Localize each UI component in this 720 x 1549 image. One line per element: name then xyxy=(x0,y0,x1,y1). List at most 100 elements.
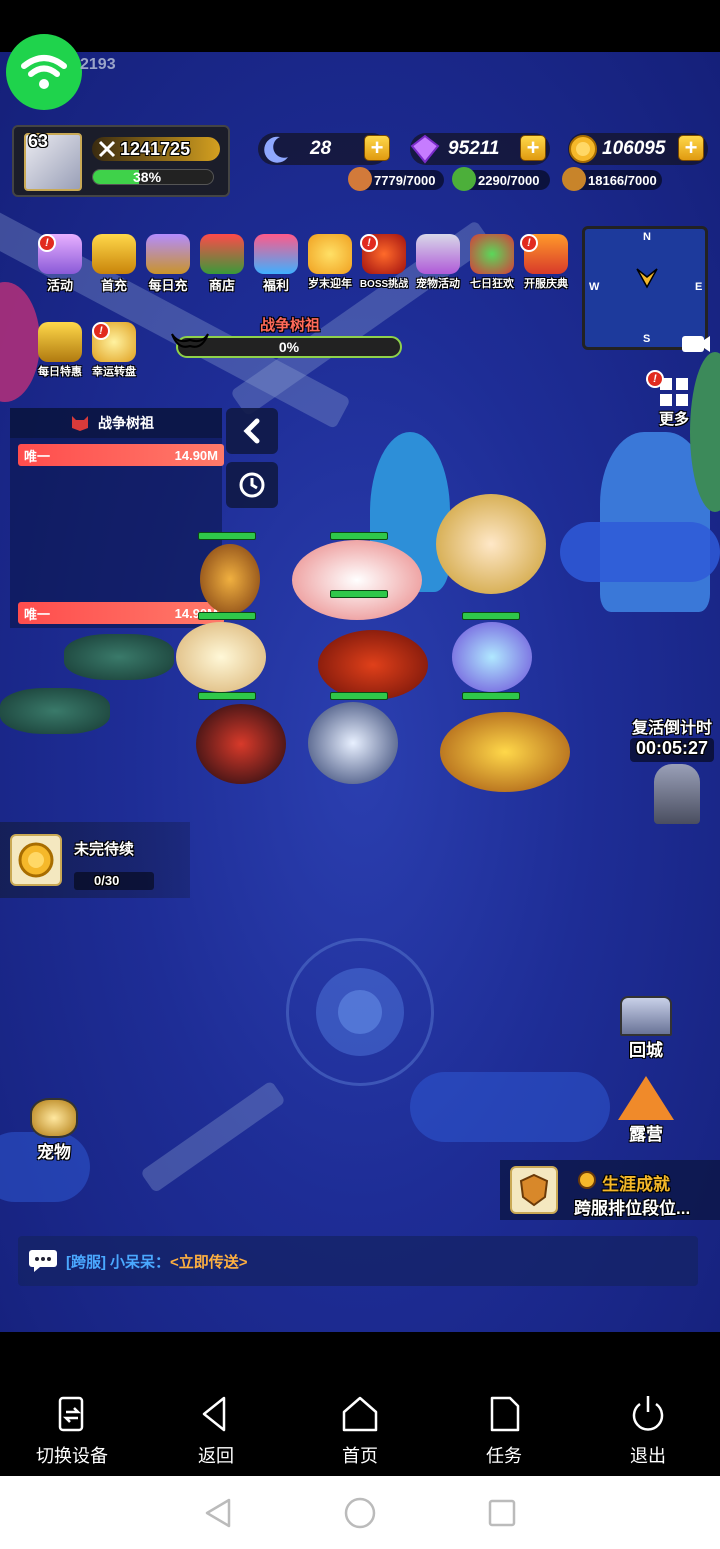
switch-device-icon xyxy=(58,1396,84,1432)
meat-value: 7779/7000 xyxy=(374,172,436,188)
menu-year-end[interactable]: 岁末迎年 xyxy=(304,234,356,294)
camp-button[interactable]: 露营 xyxy=(616,1076,676,1145)
collapse-panel-button[interactable] xyxy=(226,408,278,454)
menu-label: 岁末迎年 xyxy=(308,278,352,290)
menu-daily-recharge[interactable]: 每日充 xyxy=(142,234,194,294)
pet-button[interactable]: 宠物 xyxy=(24,1098,84,1163)
herb-icon xyxy=(452,167,476,191)
menu-welfare[interactable]: 福利 xyxy=(250,234,302,294)
meat-resource: 7779/7000 xyxy=(348,167,444,191)
home-icon xyxy=(342,1396,378,1432)
moon-icon xyxy=(264,136,288,163)
tombstone-icon xyxy=(654,764,700,824)
combat-power: 1241725 xyxy=(92,137,220,161)
player-level: 63 xyxy=(28,131,49,151)
achievement-banner[interactable]: 生涯成就 跨服排位段位... xyxy=(500,1160,720,1220)
damage-rank: 唯一 xyxy=(24,448,51,464)
screen: 2193 63 1241725 38% 28 + 95211 + 106095 … xyxy=(0,0,720,1549)
add-moon-crystal-button[interactable]: + xyxy=(364,135,390,161)
camera-icon[interactable] xyxy=(678,328,712,356)
exit-button[interactable]: 退出 xyxy=(588,1394,708,1468)
hero-warrior[interactable] xyxy=(200,544,260,614)
wifi-icon[interactable] xyxy=(6,34,82,110)
hero-hp-bar xyxy=(462,692,520,700)
add-gold-button[interactable]: + xyxy=(678,135,704,161)
horned-skull-icon xyxy=(171,333,209,348)
enemy-lizard[interactable] xyxy=(64,634,174,680)
diamond-icon xyxy=(410,134,440,164)
system-back-icon[interactable] xyxy=(203,1497,233,1529)
hero-moon-goddess[interactable] xyxy=(436,494,546,594)
return-city-label: 回城 xyxy=(629,1041,663,1060)
exit-label: 退出 xyxy=(630,1446,666,1466)
boss-panel-title: 战争树祖 xyxy=(98,415,154,431)
chat-channel: [跨服] xyxy=(66,1253,106,1271)
chat-bar[interactable]: [跨服] 小呆呆： <立即传送> xyxy=(18,1236,698,1286)
menu-label: 宠物活动 xyxy=(416,278,460,290)
hero-swordsman[interactable] xyxy=(308,702,398,784)
system-home-icon[interactable] xyxy=(343,1496,377,1530)
hero-fox-spirit[interactable] xyxy=(292,540,422,620)
paw-bell-icon xyxy=(30,1098,78,1138)
minimap-south: S xyxy=(643,333,651,345)
flower-icon xyxy=(308,234,352,274)
switch-device-button[interactable]: 切换设备 xyxy=(12,1394,132,1468)
diamond-value: 95211 xyxy=(448,138,500,159)
back-button[interactable]: 返回 xyxy=(156,1394,276,1468)
hero-hp-bar xyxy=(198,692,256,700)
chat-teleport-link[interactable]: <立即传送> xyxy=(170,1251,248,1272)
system-recents-icon[interactable] xyxy=(487,1498,517,1528)
exp-percent: 38% xyxy=(133,169,162,185)
cloud xyxy=(560,522,720,582)
camp-label: 露营 xyxy=(629,1125,663,1144)
menu-shop[interactable]: 商店 xyxy=(196,234,248,294)
hero-knight[interactable] xyxy=(440,712,570,792)
medal-icon xyxy=(578,1171,596,1189)
add-diamond-button[interactable]: + xyxy=(520,135,546,161)
menu-pet-event[interactable]: 宠物活动 xyxy=(412,234,464,294)
gold-coin-icon xyxy=(569,135,597,163)
player-profile[interactable]: 63 1241725 38% xyxy=(12,125,230,197)
moon-crystal-value: 28 xyxy=(310,138,332,159)
hero-hp-bar xyxy=(198,612,256,620)
home-button[interactable]: 首页 xyxy=(300,1394,420,1468)
menu-daily-deal[interactable]: 每日特惠 xyxy=(34,322,86,382)
enemy-lizard[interactable] xyxy=(0,688,110,734)
quest-progress: 0/30 xyxy=(94,873,120,888)
damage-value: 14.90M xyxy=(174,447,218,463)
menu-label: 幸运转盘 xyxy=(92,366,136,378)
wood-resource: 18166/7000 xyxy=(562,167,662,191)
player-id-fragment: 2193 xyxy=(80,56,116,73)
minimap-east: E xyxy=(695,281,703,293)
joystick-knob[interactable] xyxy=(338,990,382,1034)
hero-mage[interactable] xyxy=(452,622,532,692)
hero-assassin[interactable] xyxy=(196,704,286,784)
quest-coin-icon xyxy=(10,834,62,886)
tasks-button[interactable]: 任务 xyxy=(444,1394,564,1468)
menu-first-recharge[interactable]: 首充 xyxy=(88,234,140,294)
quest-title: 未完待续 xyxy=(74,841,135,858)
exp-bar-fill xyxy=(93,170,139,184)
meat-icon xyxy=(348,167,372,191)
history-button[interactable] xyxy=(226,462,278,508)
hero-hp-bar xyxy=(330,692,388,700)
exp-bar: 38% xyxy=(92,169,214,185)
hero-scorpion[interactable] xyxy=(318,630,428,700)
revive-label: 复活倒计时 xyxy=(632,720,713,737)
pet-label: 宠物 xyxy=(37,1143,71,1162)
chat-bubble-icon xyxy=(29,1250,57,1272)
hero-angel[interactable] xyxy=(176,622,266,692)
return-city-button[interactable]: 回城 xyxy=(616,996,676,1061)
pet-chest-icon xyxy=(416,234,460,274)
treasure-chest-icon xyxy=(146,234,190,274)
revive-timer: 00:05:27 xyxy=(630,738,715,762)
menu-label: 首充 xyxy=(100,278,127,293)
demon-icon xyxy=(72,416,88,431)
map-path xyxy=(140,1080,286,1194)
more-label: 更多 xyxy=(658,411,689,428)
quest-tracker[interactable]: 未完待续 0/30 xyxy=(0,822,190,898)
menu-label: 活动 xyxy=(46,278,73,293)
menu-label: 七日狂欢 xyxy=(470,278,514,290)
menu-seven-day[interactable]: 七日狂欢 xyxy=(466,234,518,294)
gift-box-icon xyxy=(254,234,298,274)
